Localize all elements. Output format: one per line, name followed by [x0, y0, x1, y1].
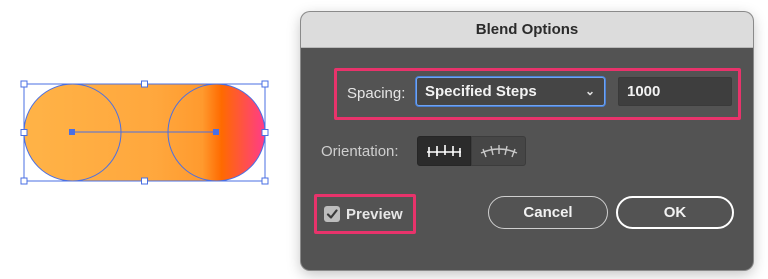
preview-highlight: Preview — [314, 194, 416, 234]
spacing-selected-value: Specified Steps — [425, 83, 537, 100]
steps-input[interactable]: 1000 — [618, 77, 732, 106]
blend-artwork[interactable] — [0, 0, 300, 279]
cancel-button-label: Cancel — [523, 204, 573, 221]
orientation-align-to-page-button[interactable] — [417, 136, 471, 166]
ok-button-label: OK — [663, 204, 687, 221]
preview-label[interactable]: Preview — [346, 206, 403, 223]
dialog-title: Blend Options — [475, 21, 579, 38]
spacing-highlight: Spacing: Specified Steps ⌄ 1000 — [334, 68, 741, 120]
align-to-path-icon — [480, 145, 517, 158]
preview-checkbox[interactable] — [324, 206, 340, 222]
dialog-titlebar[interactable]: Blend Options — [301, 12, 753, 48]
checkmark-icon — [326, 209, 338, 219]
ok-button[interactable]: OK — [616, 196, 734, 229]
artboard-canvas[interactable] — [0, 0, 300, 279]
anchor-point-left — [69, 129, 75, 135]
orientation-label: Orientation: — [321, 143, 399, 160]
steps-value: 1000 — [627, 83, 661, 100]
anchor-point-right — [213, 129, 219, 135]
orientation-align-to-path-button[interactable] — [471, 136, 526, 166]
chevron-down-icon: ⌄ — [584, 84, 595, 98]
align-to-page-icon — [427, 145, 461, 157]
spacing-label: Spacing: — [347, 85, 406, 102]
cancel-button[interactable]: Cancel — [488, 196, 608, 229]
spacing-dropdown[interactable]: Specified Steps ⌄ — [416, 77, 605, 106]
blend-options-dialog: Blend Options Spacing: Specified Steps ⌄… — [301, 12, 753, 270]
